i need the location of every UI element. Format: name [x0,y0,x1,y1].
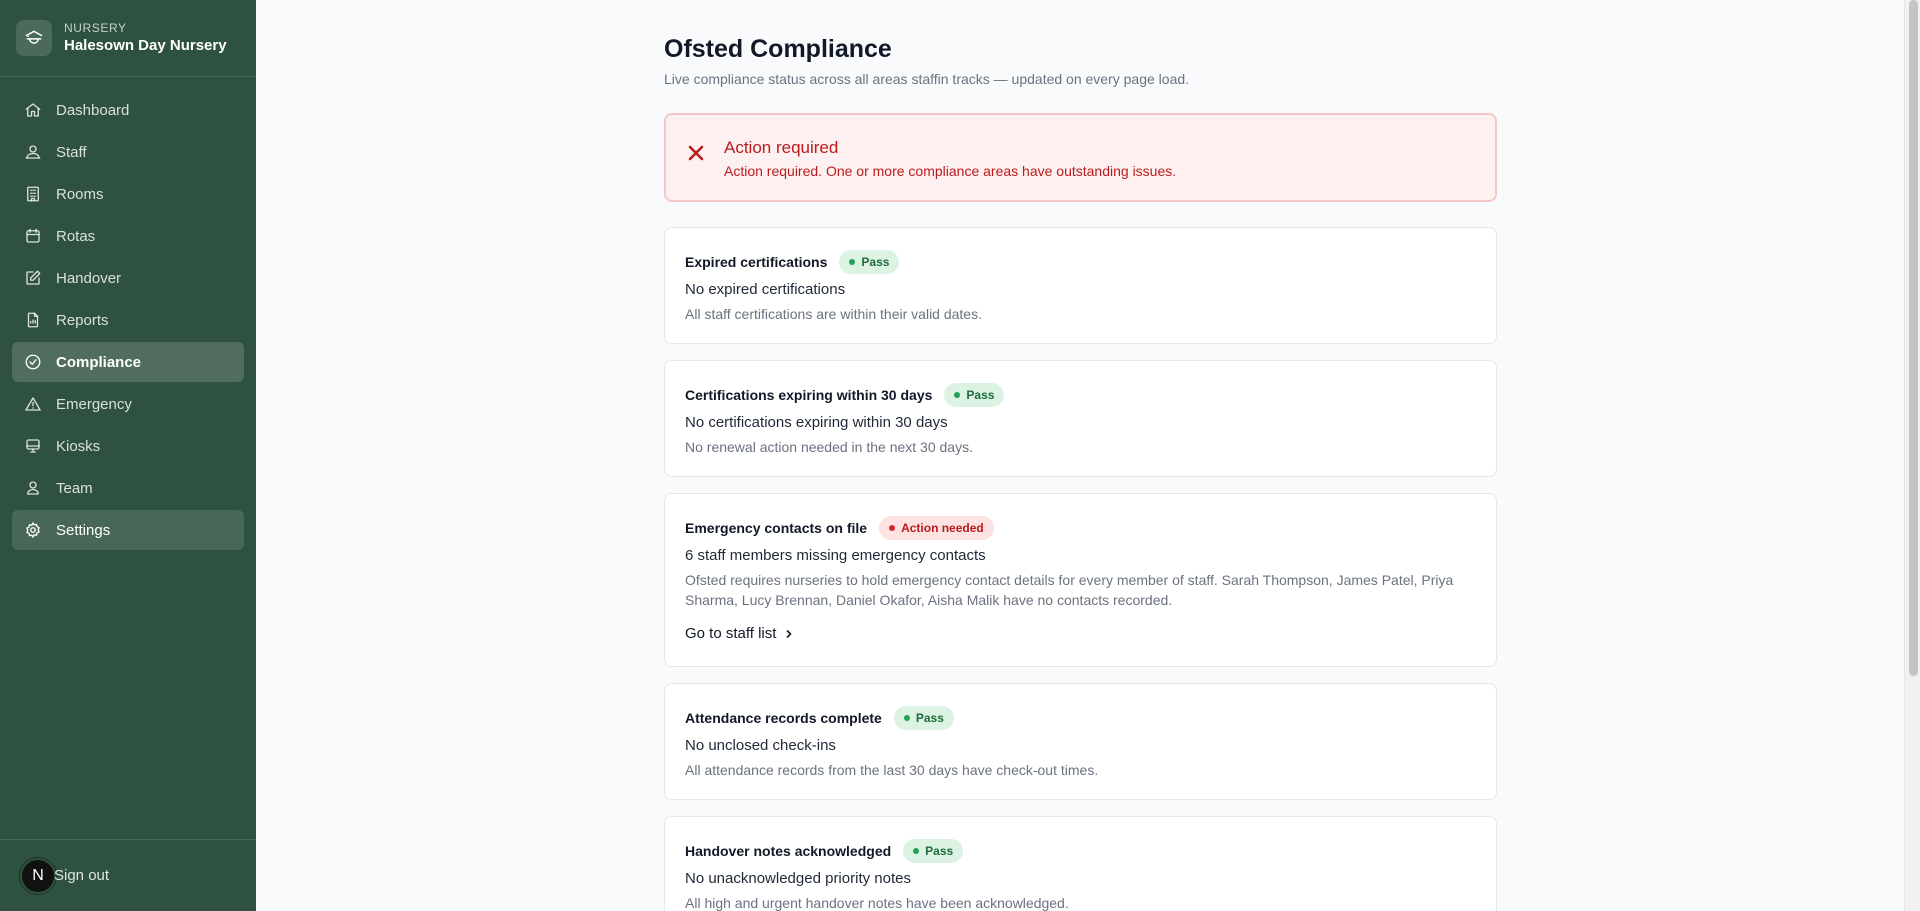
nursery-name: Halesown Day Nursery [64,37,227,54]
main-content: Ofsted Compliance Live compliance status… [664,0,1497,911]
building-icon [27,186,39,202]
nursery-logo-icon [16,20,52,56]
sidebar-item-staff[interactable]: Staff [12,132,244,172]
check-summary: No unclosed check-ins [685,737,836,754]
sidebar-footer: N Sign out [0,839,256,911]
status-dot-icon [903,715,910,721]
calendar-icon [26,228,40,243]
compliance-check-card: Expired certifications Pass No expired c… [664,227,1497,344]
sidebar-item-team[interactable]: Team [12,468,244,508]
check-detail: All high and urgent handover notes have … [685,895,1069,911]
check-title: Certifications expiring within 30 days [685,387,933,403]
check-summary: 6 staff members missing emergency contac… [685,547,986,564]
check-summary: No unacknowledged priority notes [685,870,911,887]
check-detail: All attendance records from the last 30 … [685,762,1099,778]
sidebar-item-kiosks[interactable]: Kiosks [12,426,244,466]
edit-icon [26,270,41,285]
compliance-check-card: Emergency contacts on file Action needed… [664,493,1497,667]
status-dot-icon [889,525,896,531]
status-dot-icon [954,392,961,398]
sidebar-item-label: Dashboard [56,101,130,119]
sidebar-item-compliance[interactable]: Compliance [12,342,244,382]
sidebar-item-reports[interactable]: Reports [12,300,244,340]
status-label: Action needed [901,521,984,535]
alert-text: Action required. One or more compliance … [724,163,1177,179]
status-dot-icon [913,848,920,854]
sidebar-item-emergency[interactable]: Emergency [12,384,244,424]
action-required-alert: Action required Action required. One or … [664,113,1497,202]
sidebar-item-dashboard[interactable]: Dashboard [12,90,244,130]
document-icon [27,312,39,328]
sidebar-item-label: Emergency [56,395,132,413]
close-x-icon [688,145,704,161]
sidebar-item-label: Reports [56,311,109,329]
status-label: Pass [966,388,995,402]
link-label: Go to staff list [685,625,777,642]
check-title: Emergency contacts on file [685,520,868,536]
sidebar-item-label: Handover [56,269,122,287]
sidebar-item-label: Compliance [56,353,142,371]
sidebar-item-handover[interactable]: Handover [12,258,244,298]
sidebar: NURSERY Halesown Day Nursery Dashboard S… [0,0,256,911]
scrollbar-thumb[interactable] [1909,0,1918,676]
users-icon [27,481,39,495]
sidebar-item-label: Kiosks [56,437,101,455]
compliance-check-card: Attendance records complete Pass No uncl… [664,683,1497,800]
compliance-check-card: Certifications expiring within 30 days P… [664,360,1497,477]
vertical-scrollbar[interactable] [1904,0,1920,911]
status-dot-icon [849,259,856,265]
go-to-staff-list-link[interactable]: Go to staff list [685,624,794,644]
sign-out-button[interactable]: Sign out [54,867,109,884]
sidebar-nav: Dashboard Staff Rooms Rotas Handover Rep… [0,77,256,550]
check-summary: No expired certifications [685,281,846,298]
gear-icon [26,522,40,538]
check-detail: No renewal action needed in the next 30 … [685,439,973,455]
warning-triangle-icon [25,397,41,411]
sidebar-item-rooms[interactable]: Rooms [12,174,244,214]
sidebar-item-label: Team [56,479,93,497]
brand: NURSERY Halesown Day Nursery [0,0,256,77]
status-badge: Pass [893,706,954,730]
chevron-right-icon [787,630,792,638]
status-label: Pass [925,844,954,858]
status-badge: Pass [903,839,964,863]
avatar[interactable]: N [20,857,56,894]
sidebar-item-label: Rooms [56,185,104,203]
check-title: Expired certifications [685,254,828,270]
sidebar-item-settings[interactable]: Settings [12,510,244,550]
status-badge: Pass [944,383,1005,407]
check-title: Handover notes acknowledged [685,843,892,859]
sidebar-item-label: Staff [56,143,87,161]
compliance-check-card: Handover notes acknowledged Pass No unac… [664,816,1497,911]
monitor-icon [26,439,40,453]
status-badge: Action needed [879,516,994,540]
status-label: Pass [861,255,890,269]
check-title: Attendance records complete [685,710,882,726]
sidebar-item-label: Rotas [56,227,96,245]
check-detail: Ofsted requires nurseries to hold emerge… [685,572,1454,608]
alert-title: Action required [724,138,839,157]
user-icon [25,145,41,159]
sidebar-item-label: Settings [56,521,111,539]
home-icon [25,103,41,117]
status-badge: Pass [839,250,900,274]
brand-kicker: NURSERY [64,21,127,35]
check-detail: All staff certifications are within thei… [685,306,982,322]
check-summary: No certifications expiring within 30 day… [685,414,948,431]
status-label: Pass [915,711,944,725]
page-title: Ofsted Compliance [664,35,892,63]
page-subtitle: Live compliance status across all areas … [664,71,1190,87]
check-circle-icon [25,354,41,370]
sidebar-item-rotas[interactable]: Rotas [12,216,244,256]
